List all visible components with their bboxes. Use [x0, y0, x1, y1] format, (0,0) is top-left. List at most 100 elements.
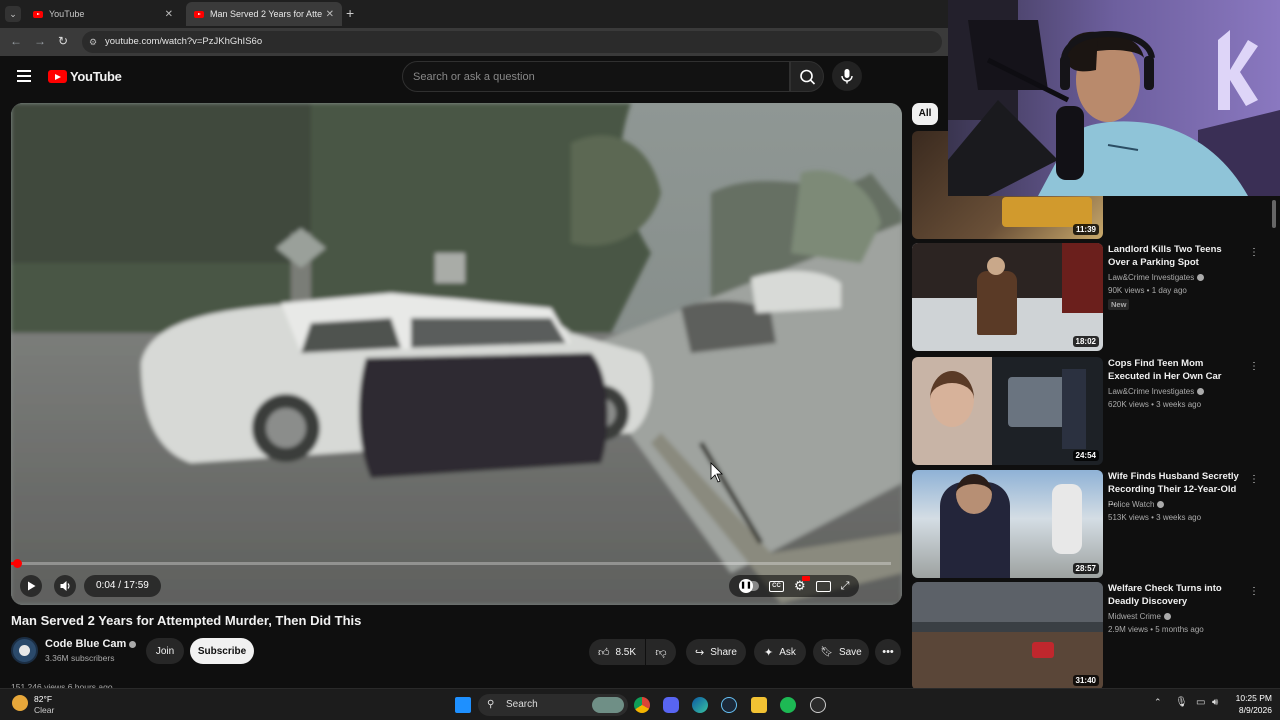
steam-icon[interactable]	[721, 697, 737, 713]
list-item[interactable]: 24:54 Cops Find Teen Mom Executed in Her…	[912, 357, 1262, 465]
duration-badge: 11:39	[1072, 224, 1099, 235]
scrollbar-thumb[interactable]	[1272, 200, 1276, 228]
list-item[interactable]: 28:57 Wife Finds Husband Secretly Record…	[912, 470, 1262, 578]
play-button[interactable]	[20, 575, 42, 597]
forward-arrow-icon[interactable]: →	[34, 34, 46, 48]
close-tab-icon[interactable]: ✕	[165, 9, 173, 20]
youtube-logo[interactable]: YouTube	[48, 69, 122, 84]
list-item[interactable]: 31:40 Welfare Check Turns into Deadly Di…	[912, 582, 1262, 690]
menu-icon[interactable]	[17, 70, 31, 85]
more-vertical-icon[interactable]: ⋮	[1249, 474, 1259, 485]
more-horizontal-icon: •••	[882, 646, 894, 658]
like-count: 8.5K	[615, 646, 637, 658]
microphone-icon	[841, 69, 853, 84]
address-bar[interactable]: ⚙ youtube.com/watch?v=PzJKhGhIS6o	[82, 31, 942, 53]
close-tab-icon[interactable]: ✕	[326, 9, 334, 20]
browser-tab-video[interactable]: Man Served 2 Years for Attempt ✕	[186, 2, 342, 26]
more-actions-button[interactable]: •••	[875, 639, 901, 665]
back-arrow-icon[interactable]: ←	[10, 34, 22, 48]
share-label: Share	[710, 646, 737, 658]
video-player[interactable]	[11, 103, 902, 605]
progress-bar[interactable]	[11, 559, 891, 568]
theater-mode-icon[interactable]	[815, 580, 831, 592]
video-frame	[11, 103, 902, 605]
search-button[interactable]	[790, 61, 824, 92]
thumbs-up-icon: 👍︎	[597, 646, 610, 659]
logo-text: YouTube	[70, 69, 122, 84]
video-title[interactable]: Cops Find Teen Mom Executed in Her Own C…	[1108, 357, 1242, 383]
browser-tab-youtube[interactable]: YouTube ✕	[25, 2, 181, 26]
more-vertical-icon[interactable]: ⋮	[1249, 361, 1259, 372]
weather-temp: 82°F	[34, 694, 53, 704]
captions-icon[interactable]: CC	[769, 580, 784, 592]
discord-icon[interactable]	[663, 697, 679, 713]
video-thumbnail[interactable]: 31:40	[912, 582, 1103, 690]
search-highlight-icon	[592, 697, 624, 713]
tray-chevron-icon[interactable]: ⌃	[1154, 697, 1162, 708]
save-button[interactable]: 🔖︎ Save	[813, 639, 869, 665]
video-title[interactable]: Landlord Kills Two Teens Over a Parking …	[1108, 243, 1242, 269]
more-vertical-icon[interactable]: ⋮	[1249, 247, 1259, 258]
video-meta: 513K views • 3 weeks ago	[1108, 513, 1202, 522]
reload-icon[interactable]: ↻	[58, 34, 68, 48]
play-icon	[28, 581, 36, 591]
fullscreen-icon[interactable]: ⤢	[841, 580, 850, 593]
subscribe-button[interactable]: Subscribe	[190, 638, 254, 664]
pause-icon: ❚❚	[739, 579, 753, 593]
channel-name[interactable]: Midwest Crime	[1108, 612, 1171, 621]
more-vertical-icon[interactable]: ⋮	[1249, 586, 1259, 597]
channel-avatar[interactable]	[11, 637, 38, 664]
video-title[interactable]: Welfare Check Turns into Deadly Discover…	[1108, 582, 1242, 608]
join-button[interactable]: Join	[146, 638, 184, 664]
tab-label: YouTube	[49, 9, 85, 19]
obs-icon[interactable]	[810, 697, 826, 713]
clock-time: 10:25 PM	[1235, 693, 1272, 703]
save-label: Save	[838, 646, 862, 658]
channel-name[interactable]: Law&Crime Investigates	[1108, 273, 1205, 282]
new-tab-button[interactable]: +	[346, 5, 354, 21]
chrome-icon[interactable]	[634, 697, 650, 713]
like-button[interactable]: 👍︎ 8.5K	[589, 639, 645, 665]
voice-search-button[interactable]	[832, 61, 862, 91]
verified-badge-icon	[129, 641, 137, 648]
clock[interactable]: 10:25 PM 8/9/2026	[1226, 693, 1272, 715]
search-input[interactable]	[402, 61, 790, 92]
autoplay-toggle[interactable]: ❚❚	[739, 579, 759, 593]
video-thumbnail[interactable]: 28:57	[912, 470, 1103, 578]
channel-name[interactable]: Law&Crime Investigates	[1108, 387, 1205, 396]
video-thumbnail[interactable]: 18:02	[912, 243, 1103, 351]
verified-badge-icon	[1157, 501, 1165, 508]
video-meta: 620K views • 3 weeks ago	[1108, 400, 1202, 409]
windows-start-icon[interactable]	[455, 697, 471, 713]
list-item[interactable]: 18:02 Landlord Kills Two Teens Over a Pa…	[912, 243, 1262, 351]
video-thumbnail[interactable]: 24:54	[912, 357, 1103, 465]
edge-icon[interactable]	[692, 697, 708, 713]
scrollbar[interactable]	[1271, 196, 1277, 686]
ask-button[interactable]: ✦ Ask	[754, 639, 806, 665]
spotify-icon[interactable]	[780, 697, 796, 713]
taskbar-search[interactable]: ⚲ Search	[478, 694, 628, 716]
channel-name-text: Law&Crime Investigates	[1108, 387, 1195, 396]
tab-label: Man Served 2 Years for Attempt	[210, 9, 322, 19]
speaker-icon[interactable]: 🔊︎	[1212, 697, 1218, 708]
microphone-icon[interactable]: 🎙︎	[1175, 697, 1188, 708]
dislike-button[interactable]: 👎︎	[646, 639, 676, 665]
verified-badge-icon	[1197, 274, 1205, 281]
progress-scrubber-handle[interactable]	[13, 559, 22, 568]
windows-taskbar: 82°F Clear ⚲ Search ⌃ 🎙︎ ▭ 🔊︎ 10:25 PM 8…	[0, 688, 1280, 720]
site-info-icon[interactable]: ⚙	[89, 31, 97, 53]
ask-label: Ask	[779, 646, 796, 658]
search-icon: ⚲	[487, 699, 495, 710]
video-meta: 90K views • 1 day ago	[1108, 286, 1187, 295]
tab-list-chevron-icon[interactable]: ⌄	[5, 6, 21, 22]
channel-name[interactable]: Police Watch	[1108, 500, 1165, 509]
file-explorer-icon[interactable]	[751, 697, 767, 713]
channel-name[interactable]: Code Blue Cam	[45, 638, 137, 650]
streamer-webcam-image	[948, 0, 1280, 196]
duration-badge: 28:57	[1072, 563, 1099, 574]
share-button[interactable]: ↪ Share	[686, 639, 746, 665]
display-icon[interactable]: ▭	[1196, 697, 1205, 708]
settings-gear-icon[interactable]: ⚙	[794, 576, 810, 594]
volume-button[interactable]	[54, 575, 76, 597]
filter-chip-all[interactable]: All	[912, 103, 938, 125]
